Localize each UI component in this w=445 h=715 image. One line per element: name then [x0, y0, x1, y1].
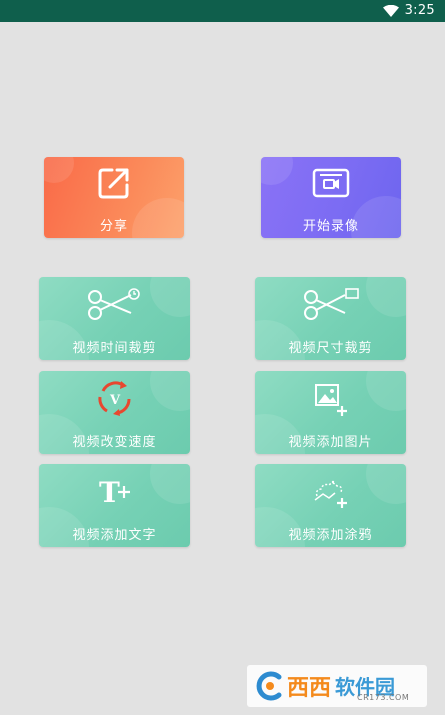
video-add-doodle-label: 视频添加涂鸦 [288, 528, 373, 543]
watermark-emblem-icon [256, 671, 282, 701]
video-add-text-label: 视频添加文字 [72, 528, 157, 543]
video-time-trim-label: 视频时间裁剪 [72, 341, 157, 356]
video-speed-label: 视频改变速度 [72, 435, 157, 450]
watermark-site: CR173.COM [357, 693, 410, 702]
video-add-image-label: 视频添加图片 [288, 435, 373, 450]
scissors-clock-icon [88, 288, 140, 320]
video-size-trim-label: 视频尺寸裁剪 [288, 341, 373, 356]
watermark-brand: 西西 [287, 676, 332, 701]
video-add-image-button[interactable]: 视频添加图片 [255, 371, 406, 454]
share-button[interactable]: 分享 [44, 157, 184, 238]
start-recording-button[interactable]: 开始录像 [261, 157, 401, 238]
status-time: 3:25 [404, 3, 435, 18]
add-image-icon [315, 384, 347, 416]
speed-cycle-icon: V [98, 381, 131, 416]
watermark-logo: 西西 软件园 CR173.COM [247, 665, 427, 707]
svg-text:V: V [109, 393, 121, 408]
share-icon [98, 168, 129, 199]
video-add-doodle-button[interactable]: 视频添加涂鸦 [255, 464, 406, 547]
add-doodle-icon [314, 480, 347, 508]
video-add-text-button[interactable]: T 视频添加文字 [39, 464, 190, 547]
video-size-trim-button[interactable]: 视频尺寸裁剪 [255, 277, 406, 360]
add-text-icon: T [99, 476, 130, 508]
svg-text:T: T [99, 476, 120, 508]
video-speed-button[interactable]: V 视频改变速度 [39, 371, 190, 454]
video-record-icon [312, 168, 350, 198]
share-label: 分享 [99, 219, 128, 234]
wifi-icon [383, 5, 399, 17]
video-time-trim-button[interactable]: 视频时间裁剪 [39, 277, 190, 360]
scissors-frame-icon [304, 288, 359, 320]
status-bar: 3:25 [0, 0, 445, 22]
start-recording-label: 开始录像 [302, 219, 359, 234]
